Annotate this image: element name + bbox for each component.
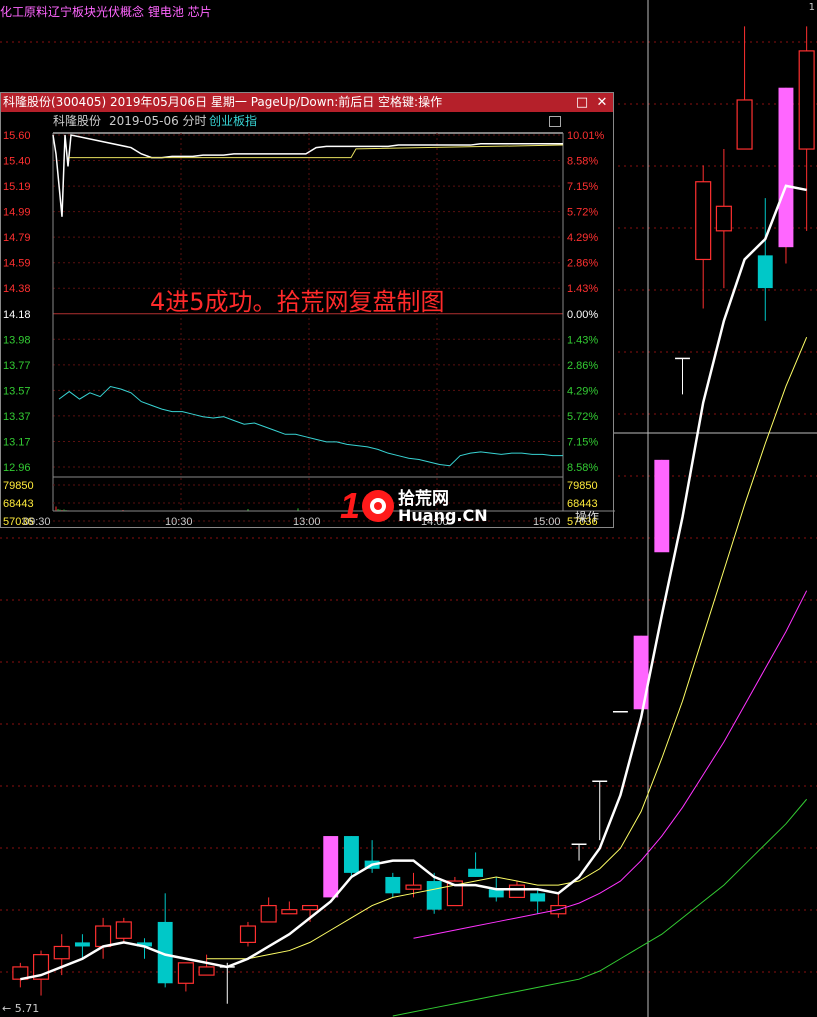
candle-body: [468, 868, 484, 877]
y-tick-left: 15.19: [3, 181, 31, 193]
y-tick-right: 5.72%: [567, 411, 598, 423]
candle-body: [633, 635, 649, 710]
y-tick-left: 14.99: [3, 207, 31, 219]
watermark-domain: Huang.CN: [398, 506, 488, 525]
candle-body: [74, 942, 90, 947]
low-price-label: ← 5.71: [2, 1002, 40, 1015]
y-tick-left: 15.40: [3, 156, 31, 168]
candle-body: [426, 881, 442, 910]
corner-marker: 1: [808, 2, 815, 13]
stock-name: 科隆股份: [53, 114, 102, 128]
candle-body: [405, 884, 422, 890]
candle-body: [198, 966, 215, 976]
candle-body: [508, 884, 526, 899]
y-tick-right: 7.15%: [567, 436, 598, 448]
y-tick-right: 2.86%: [567, 360, 598, 372]
concept-tags: 化工原料辽宁板块光伏概念 锂电池 芯片: [0, 5, 212, 19]
candle-body: [323, 836, 339, 898]
y-tick-left: 13.37: [3, 411, 31, 423]
candle-body: [695, 181, 712, 261]
restore-icon[interactable]: □: [573, 93, 591, 112]
y-tick-right: 1.43%: [567, 334, 598, 346]
candle-body: [736, 99, 753, 150]
popup-subheader: 科隆股份 2019-05-06 分时 创业板指: [1, 113, 613, 129]
volume-tick-right: 79850: [567, 480, 598, 492]
index-link[interactable]: 创业板指: [209, 113, 257, 129]
y-tick-right: 4.29%: [567, 232, 598, 244]
candle-body: [757, 255, 773, 289]
annotation-text: 4进5成功。拾荒网复盘制图: [150, 288, 445, 316]
volume-tick-left: 79850: [3, 480, 34, 492]
y-tick-left: 14.79: [3, 232, 31, 244]
y-tick-left: 13.57: [3, 385, 31, 397]
candle-body: [239, 925, 257, 943]
candle-body: [343, 836, 359, 873]
y-tick-right: 10.01%: [567, 130, 605, 142]
y-tick-right: 8.58%: [567, 156, 598, 168]
candle-body: [177, 962, 194, 984]
y-tick-right: 0.00%: [567, 309, 598, 321]
candle-body: [385, 876, 401, 894]
toggle-box-icon[interactable]: [549, 116, 561, 127]
y-tick-left: 13.98: [3, 334, 31, 346]
y-tick-right: 5.72%: [567, 207, 598, 219]
y-tick-left: 15.60: [3, 130, 31, 142]
popup-title-bar[interactable]: 科隆股份(300405) 2019年05月06日 星期一 PageUp/Down…: [1, 93, 613, 112]
chart-date: 2019-05-06 分时: [109, 114, 207, 128]
candle-body: [281, 909, 298, 915]
price-line: [52, 134, 563, 217]
y-tick-right: 1.43%: [567, 283, 598, 295]
y-tick-right: 8.58%: [567, 462, 598, 474]
y-tick-left: 14.59: [3, 258, 31, 270]
svg-text:1: 1: [340, 485, 360, 526]
candle-body: [95, 925, 112, 948]
x-tick: 10:30: [165, 516, 193, 528]
x-tick: 09:30: [23, 516, 51, 528]
candle-body: [798, 50, 815, 150]
candle-body: [53, 945, 70, 960]
candle-body: [301, 904, 319, 911]
y-tick-right: 7.15%: [567, 181, 598, 193]
y-tick-left: 12.96: [3, 462, 31, 474]
candle-body: [778, 87, 794, 248]
popup-title: 科隆股份(300405) 2019年05月06日 星期一 PageUp/Down…: [3, 95, 443, 109]
candle-body: [715, 205, 732, 232]
y-tick-left: 14.18: [3, 309, 31, 321]
index-line: [58, 385, 563, 467]
y-tick-right: 2.86%: [567, 258, 598, 270]
candle-body: [115, 921, 132, 939]
y-tick-right: 4.29%: [567, 385, 598, 397]
y-tick-left: 13.77: [3, 360, 31, 372]
candle-body: [530, 893, 546, 902]
operate-button[interactable]: 操作: [575, 508, 599, 525]
x-tick: 15:00: [533, 516, 561, 528]
y-tick-left: 13.17: [3, 436, 31, 448]
candle-body: [260, 904, 277, 923]
candle-body: [654, 459, 670, 553]
volume-tick-left: 68443: [3, 498, 34, 510]
y-tick-left: 14.38: [3, 283, 31, 295]
x-tick: 13:00: [293, 516, 321, 528]
close-icon[interactable]: ✕: [593, 93, 611, 112]
